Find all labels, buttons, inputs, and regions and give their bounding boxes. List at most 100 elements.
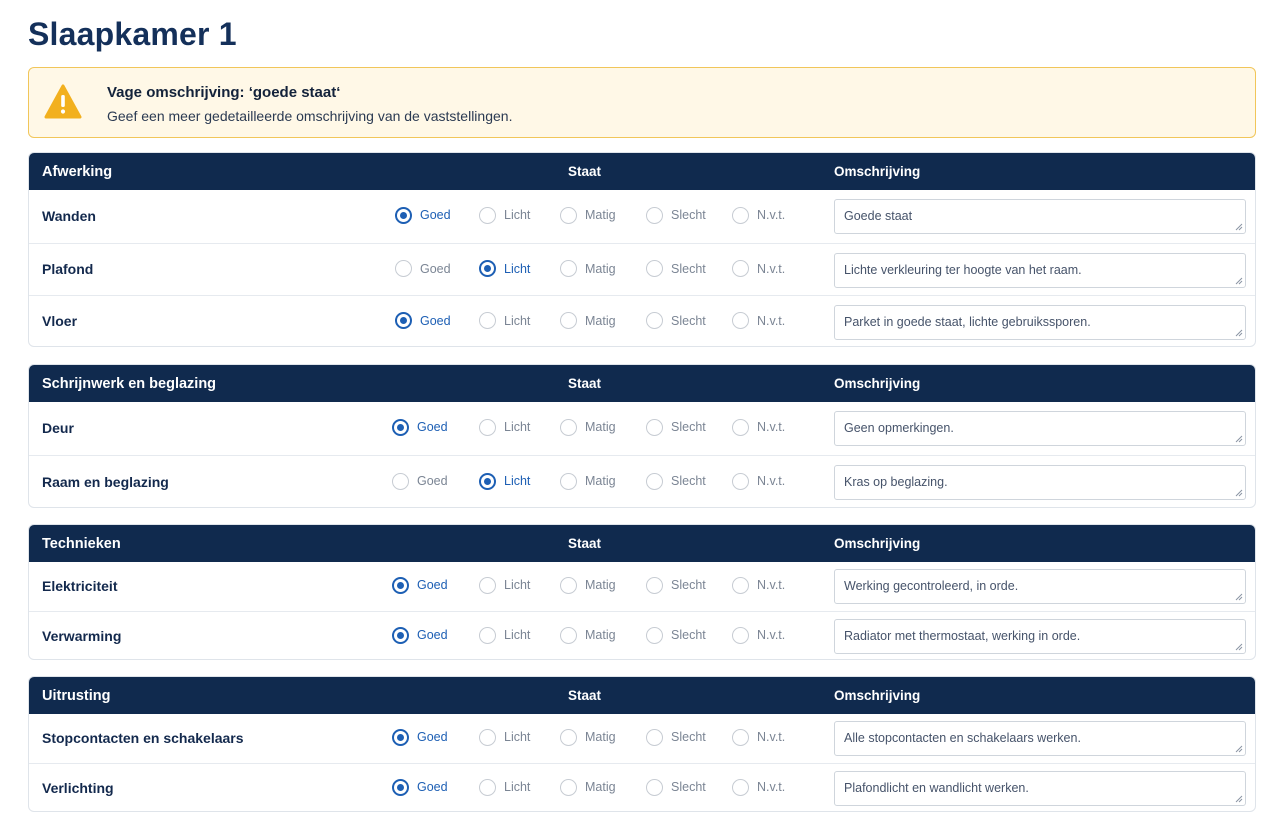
radio-matig[interactable]: Matig [560, 728, 616, 746]
radio-button[interactable] [646, 576, 663, 594]
radio-button[interactable] [479, 472, 496, 490]
resize-handle-icon[interactable] [1235, 489, 1243, 497]
radio-button[interactable] [479, 206, 496, 224]
radio-button[interactable] [560, 728, 577, 746]
radio-button[interactable] [560, 312, 577, 329]
radio-slecht[interactable]: Slecht [646, 418, 706, 436]
radio-goed[interactable]: Goed [395, 312, 451, 329]
radio-slecht[interactable]: Slecht [646, 626, 706, 644]
radio-button[interactable] [560, 778, 577, 796]
radio-button[interactable] [560, 626, 577, 644]
radio-button[interactable] [732, 576, 749, 594]
resize-handle-icon[interactable] [1235, 745, 1243, 753]
description-textarea[interactable]: Alle stopcontacten en schakelaars werken… [834, 721, 1246, 756]
radio-matig[interactable]: Matig [560, 472, 616, 490]
radio-button[interactable] [732, 626, 749, 644]
radio-button[interactable] [560, 472, 577, 490]
description-textarea[interactable]: Radiator met thermostaat, werking in ord… [834, 619, 1246, 654]
radio-matig[interactable]: Matig [560, 312, 616, 329]
radio-button[interactable] [479, 312, 496, 329]
radio-slecht[interactable]: Slecht [646, 576, 706, 594]
description-textarea[interactable]: Geen opmerkingen. [834, 411, 1246, 446]
radio-slecht[interactable]: Slecht [646, 260, 706, 277]
description-textarea[interactable]: Plafondlicht en wandlicht werken. [834, 771, 1246, 806]
description-textarea[interactable]: Parket in goede staat, lichte gebruikssp… [834, 304, 1246, 340]
radio-matig[interactable]: Matig [560, 418, 616, 436]
radio-button[interactable] [646, 312, 663, 329]
radio-button[interactable] [479, 418, 496, 436]
radio-nvt[interactable]: N.v.t. [732, 312, 785, 329]
radio-matig[interactable]: Matig [560, 206, 616, 224]
radio-goed[interactable]: Goed [395, 206, 451, 224]
radio-button[interactable] [646, 418, 663, 436]
radio-button[interactable] [560, 576, 577, 594]
radio-goed[interactable]: Goed [392, 418, 448, 436]
radio-button[interactable] [646, 626, 663, 644]
radio-licht[interactable]: Licht [479, 260, 530, 277]
radio-button[interactable] [732, 728, 749, 746]
radio-button[interactable] [392, 626, 409, 644]
radio-licht[interactable]: Licht [479, 312, 530, 329]
radio-button[interactable] [392, 778, 409, 796]
radio-button[interactable] [479, 260, 496, 277]
radio-button[interactable] [732, 472, 749, 490]
radio-goed[interactable]: Goed [392, 472, 448, 490]
radio-button[interactable] [479, 778, 496, 796]
description-textarea[interactable]: Goede staat [834, 199, 1246, 234]
radio-slecht[interactable]: Slecht [646, 312, 706, 329]
radio-button[interactable] [646, 260, 663, 277]
radio-button[interactable] [732, 312, 749, 329]
radio-goed[interactable]: Goed [392, 626, 448, 644]
resize-handle-icon[interactable] [1235, 223, 1243, 231]
radio-licht[interactable]: Licht [479, 778, 530, 796]
radio-button[interactable] [479, 728, 496, 746]
radio-button[interactable] [646, 778, 663, 796]
radio-licht[interactable]: Licht [479, 728, 530, 746]
radio-nvt[interactable]: N.v.t. [732, 418, 785, 436]
radio-slecht[interactable]: Slecht [646, 778, 706, 796]
radio-licht[interactable]: Licht [479, 206, 530, 224]
radio-matig[interactable]: Matig [560, 778, 616, 796]
radio-goed[interactable]: Goed [392, 728, 448, 746]
radio-button[interactable] [479, 626, 496, 644]
resize-handle-icon[interactable] [1235, 277, 1243, 285]
radio-button[interactable] [392, 472, 409, 490]
radio-nvt[interactable]: N.v.t. [732, 472, 785, 490]
radio-button[interactable] [392, 418, 409, 436]
radio-nvt[interactable]: N.v.t. [732, 260, 785, 277]
resize-handle-icon[interactable] [1235, 593, 1243, 601]
radio-button[interactable] [560, 206, 577, 224]
radio-nvt[interactable]: N.v.t. [732, 576, 785, 594]
radio-button[interactable] [395, 206, 412, 224]
description-textarea[interactable]: Werking gecontroleerd, in orde. [834, 569, 1246, 604]
radio-button[interactable] [560, 260, 577, 277]
radio-slecht[interactable]: Slecht [646, 472, 706, 490]
radio-button[interactable] [732, 260, 749, 277]
radio-goed[interactable]: Goed [395, 260, 451, 277]
radio-button[interactable] [479, 576, 496, 594]
radio-button[interactable] [646, 728, 663, 746]
radio-matig[interactable]: Matig [560, 260, 616, 277]
radio-nvt[interactable]: N.v.t. [732, 728, 785, 746]
radio-button[interactable] [395, 312, 412, 329]
resize-handle-icon[interactable] [1235, 435, 1243, 443]
radio-nvt[interactable]: N.v.t. [732, 206, 785, 224]
radio-matig[interactable]: Matig [560, 626, 616, 644]
radio-nvt[interactable]: N.v.t. [732, 626, 785, 644]
radio-goed[interactable]: Goed [392, 778, 448, 796]
radio-licht[interactable]: Licht [479, 472, 530, 490]
radio-button[interactable] [392, 576, 409, 594]
radio-slecht[interactable]: Slecht [646, 728, 706, 746]
radio-goed[interactable]: Goed [392, 576, 448, 594]
radio-button[interactable] [560, 418, 577, 436]
radio-button[interactable] [392, 728, 409, 746]
radio-button[interactable] [395, 260, 412, 277]
radio-licht[interactable]: Licht [479, 418, 530, 436]
description-textarea[interactable]: Lichte verkleuring ter hoogte van het ra… [834, 252, 1246, 288]
radio-button[interactable] [646, 472, 663, 490]
resize-handle-icon[interactable] [1235, 795, 1243, 803]
radio-button[interactable] [732, 418, 749, 436]
description-textarea[interactable]: Kras op beglazing. [834, 465, 1246, 500]
radio-button[interactable] [646, 206, 663, 224]
resize-handle-icon[interactable] [1235, 643, 1243, 651]
